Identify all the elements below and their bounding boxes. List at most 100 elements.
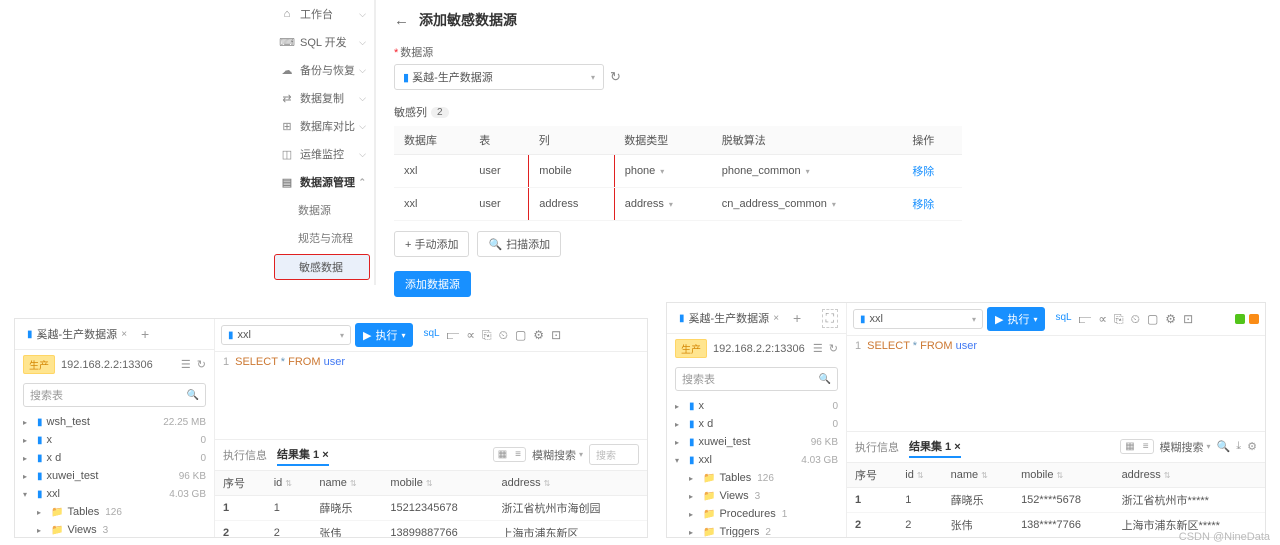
th-mobile[interactable]: mobile⇅ xyxy=(1013,463,1114,488)
result-row[interactable]: 11薛晓乐152****5678浙江省杭州市***** xyxy=(847,487,1265,512)
tree-item-folder[interactable]: ▸📁Views3 xyxy=(667,487,846,505)
maximize-icon[interactable]: ⛶ xyxy=(822,309,838,328)
tree-item-folder[interactable]: ▸📁Triggers2 xyxy=(667,523,846,537)
th-address[interactable]: address⇅ xyxy=(494,471,647,496)
search-input[interactable]: 搜索表 xyxy=(675,367,838,391)
type-select[interactable]: phone xyxy=(625,165,665,177)
search-icon[interactable]: 🔍 xyxy=(1217,440,1231,453)
bookmark-icon[interactable]: ⊡ xyxy=(1183,312,1193,327)
refresh-icon[interactable]: ↻ xyxy=(829,342,838,355)
tree-item-db[interactable]: ▸▮wsh_test22.25 MB xyxy=(15,413,214,431)
sidebar-workbench[interactable]: ⌂工作台⌵ xyxy=(270,0,374,28)
tree-item-db[interactable]: ▸▮x0 xyxy=(15,431,214,449)
remove-link[interactable]: 移除 xyxy=(912,166,934,178)
result-row[interactable]: 22张伟13899887766上海市浦东新区 xyxy=(215,520,647,537)
scan-add-button[interactable]: 🔍扫描添加 xyxy=(477,231,561,257)
execute-button[interactable]: ▶ 执行 xyxy=(987,307,1045,331)
folder-icon[interactable]: ▢ xyxy=(515,328,526,343)
sql-icon[interactable]: sqL xyxy=(423,328,439,343)
sidebar-sub-sensitive[interactable]: 敏感数据 xyxy=(274,254,370,280)
download-icon[interactable]: ⤓ xyxy=(1236,440,1241,453)
tree-item-db[interactable]: ▾▮xxl4.03 GB xyxy=(15,485,214,503)
list-icon[interactable]: ≡ xyxy=(1139,440,1153,453)
format-icon[interactable]: ⫍ xyxy=(447,328,460,343)
result-row[interactable]: 11薛晓乐15212345678浙江省杭州市海创园 xyxy=(215,495,647,520)
format-icon[interactable]: ⫍ xyxy=(1079,312,1092,327)
result-set-tab[interactable]: 结果集 1 × xyxy=(909,436,961,458)
collapse-icon[interactable]: ☰ xyxy=(181,358,191,371)
manual-add-button[interactable]: + 手动添加 xyxy=(394,231,469,257)
folder-icon[interactable]: ▢ xyxy=(1147,312,1158,327)
algo-select[interactable]: cn_address_common xyxy=(722,198,836,210)
execute-button[interactable]: ▶ 执行 xyxy=(355,323,413,347)
tree-item-db[interactable]: ▸▮x d0 xyxy=(15,449,214,467)
collapse-icon[interactable]: ☰ xyxy=(813,342,823,355)
type-select[interactable]: address xyxy=(625,198,673,210)
share-icon[interactable]: ∝ xyxy=(1098,312,1107,327)
tree-item-db[interactable]: ▸▮x0 xyxy=(667,397,846,415)
db-select[interactable]: ▮xxl xyxy=(853,309,983,329)
tree-item-db[interactable]: ▾▮xxl4.03 GB xyxy=(667,451,846,469)
tree-item-folder[interactable]: ▸📁Procedures1 xyxy=(667,505,846,523)
save-icon[interactable]: ⎘ xyxy=(482,328,492,343)
grid-icon[interactable]: ▦ xyxy=(1121,440,1138,453)
sidebar-sub-spec[interactable]: 规范与流程 xyxy=(270,224,374,252)
close-icon[interactable]: × xyxy=(121,329,127,340)
back-button[interactable]: ← xyxy=(394,12,409,29)
datasource-select[interactable]: ▮ 奚越-生产数据源▾ xyxy=(394,64,604,90)
history-icon[interactable]: ⏲ xyxy=(1131,312,1140,327)
sidebar-compare[interactable]: ⊞数据库对比⌵ xyxy=(270,112,374,140)
sql-editor[interactable]: 1 SELECT * FROM user xyxy=(847,336,1265,356)
settings-icon[interactable]: ⚙ xyxy=(533,328,544,343)
sidebar-sql-dev[interactable]: ⌨SQL 开发⌵ xyxy=(270,28,374,56)
tree-item-db[interactable]: ▸▮xuwei_test96 KB xyxy=(15,467,214,485)
close-icon[interactable]: × xyxy=(954,441,960,453)
result-search[interactable]: 搜索 xyxy=(589,444,639,465)
sidebar-sub-datasource[interactable]: 数据源 xyxy=(270,196,374,224)
exec-info-tab[interactable]: 执行信息 xyxy=(855,437,899,457)
algo-select[interactable]: phone_common xyxy=(722,165,810,177)
th-address[interactable]: address⇅ xyxy=(1114,463,1265,488)
search-mode-select[interactable]: 模糊搜索 xyxy=(532,447,583,463)
refresh-icon[interactable]: ↻ xyxy=(610,69,621,85)
th-id[interactable]: id⇅ xyxy=(266,471,312,496)
history-icon[interactable]: ⏲ xyxy=(499,328,508,343)
add-tab-button[interactable]: + xyxy=(137,326,153,342)
th-seq[interactable]: 序号 xyxy=(847,463,897,488)
datasource-tab[interactable]: ▮奚越-生产数据源× xyxy=(675,308,783,328)
db-select[interactable]: ▮xxl xyxy=(221,325,351,345)
th-seq[interactable]: 序号 xyxy=(215,471,266,496)
sidebar-ops[interactable]: ◫运维监控⌵ xyxy=(270,140,374,168)
add-tab-button[interactable]: + xyxy=(789,310,805,326)
sql-icon[interactable]: sqL xyxy=(1055,312,1071,327)
tree-item-folder[interactable]: ▸📁Tables126 xyxy=(667,469,846,487)
th-mobile[interactable]: mobile⇅ xyxy=(382,471,493,496)
search-input[interactable]: 搜索表 xyxy=(23,383,206,407)
sidebar-datasource-mgmt[interactable]: ▤数据源管理⌃ xyxy=(270,168,374,196)
list-icon[interactable]: ≡ xyxy=(511,448,525,461)
sql-editor[interactable]: 1 SELECT * FROM user xyxy=(215,352,647,372)
grid-icon[interactable]: ▦ xyxy=(494,448,511,461)
result-set-tab[interactable]: 结果集 1 × xyxy=(277,444,329,466)
bookmark-icon[interactable]: ⊡ xyxy=(551,328,561,343)
tree-item-folder[interactable]: ▸📁Tables126 xyxy=(15,503,214,521)
th-name[interactable]: name⇅ xyxy=(311,471,382,496)
sidebar-backup[interactable]: ☁备份与恢复⌵ xyxy=(270,56,374,84)
tree-item-db[interactable]: ▸▮xuwei_test96 KB xyxy=(667,433,846,451)
add-datasource-button[interactable]: 添加数据源 xyxy=(394,271,471,297)
th-name[interactable]: name⇅ xyxy=(943,463,1013,488)
share-icon[interactable]: ∝ xyxy=(466,328,475,343)
datasource-tab[interactable]: ▮奚越-生产数据源× xyxy=(23,324,131,344)
exec-info-tab[interactable]: 执行信息 xyxy=(223,445,267,465)
tree-item-folder[interactable]: ▸📁Views3 xyxy=(15,521,214,537)
gear-icon[interactable]: ⚙ xyxy=(1247,440,1257,453)
tree-item-db[interactable]: ▸▮x d0 xyxy=(667,415,846,433)
refresh-icon[interactable]: ↻ xyxy=(197,358,206,371)
close-icon[interactable]: × xyxy=(322,449,328,461)
settings-icon[interactable]: ⚙ xyxy=(1165,312,1176,327)
close-icon[interactable]: × xyxy=(773,313,779,324)
save-icon[interactable]: ⎘ xyxy=(1114,312,1124,327)
search-mode-select[interactable]: 模糊搜索 xyxy=(1160,439,1211,455)
remove-link[interactable]: 移除 xyxy=(912,199,934,211)
th-id[interactable]: id⇅ xyxy=(897,463,942,488)
